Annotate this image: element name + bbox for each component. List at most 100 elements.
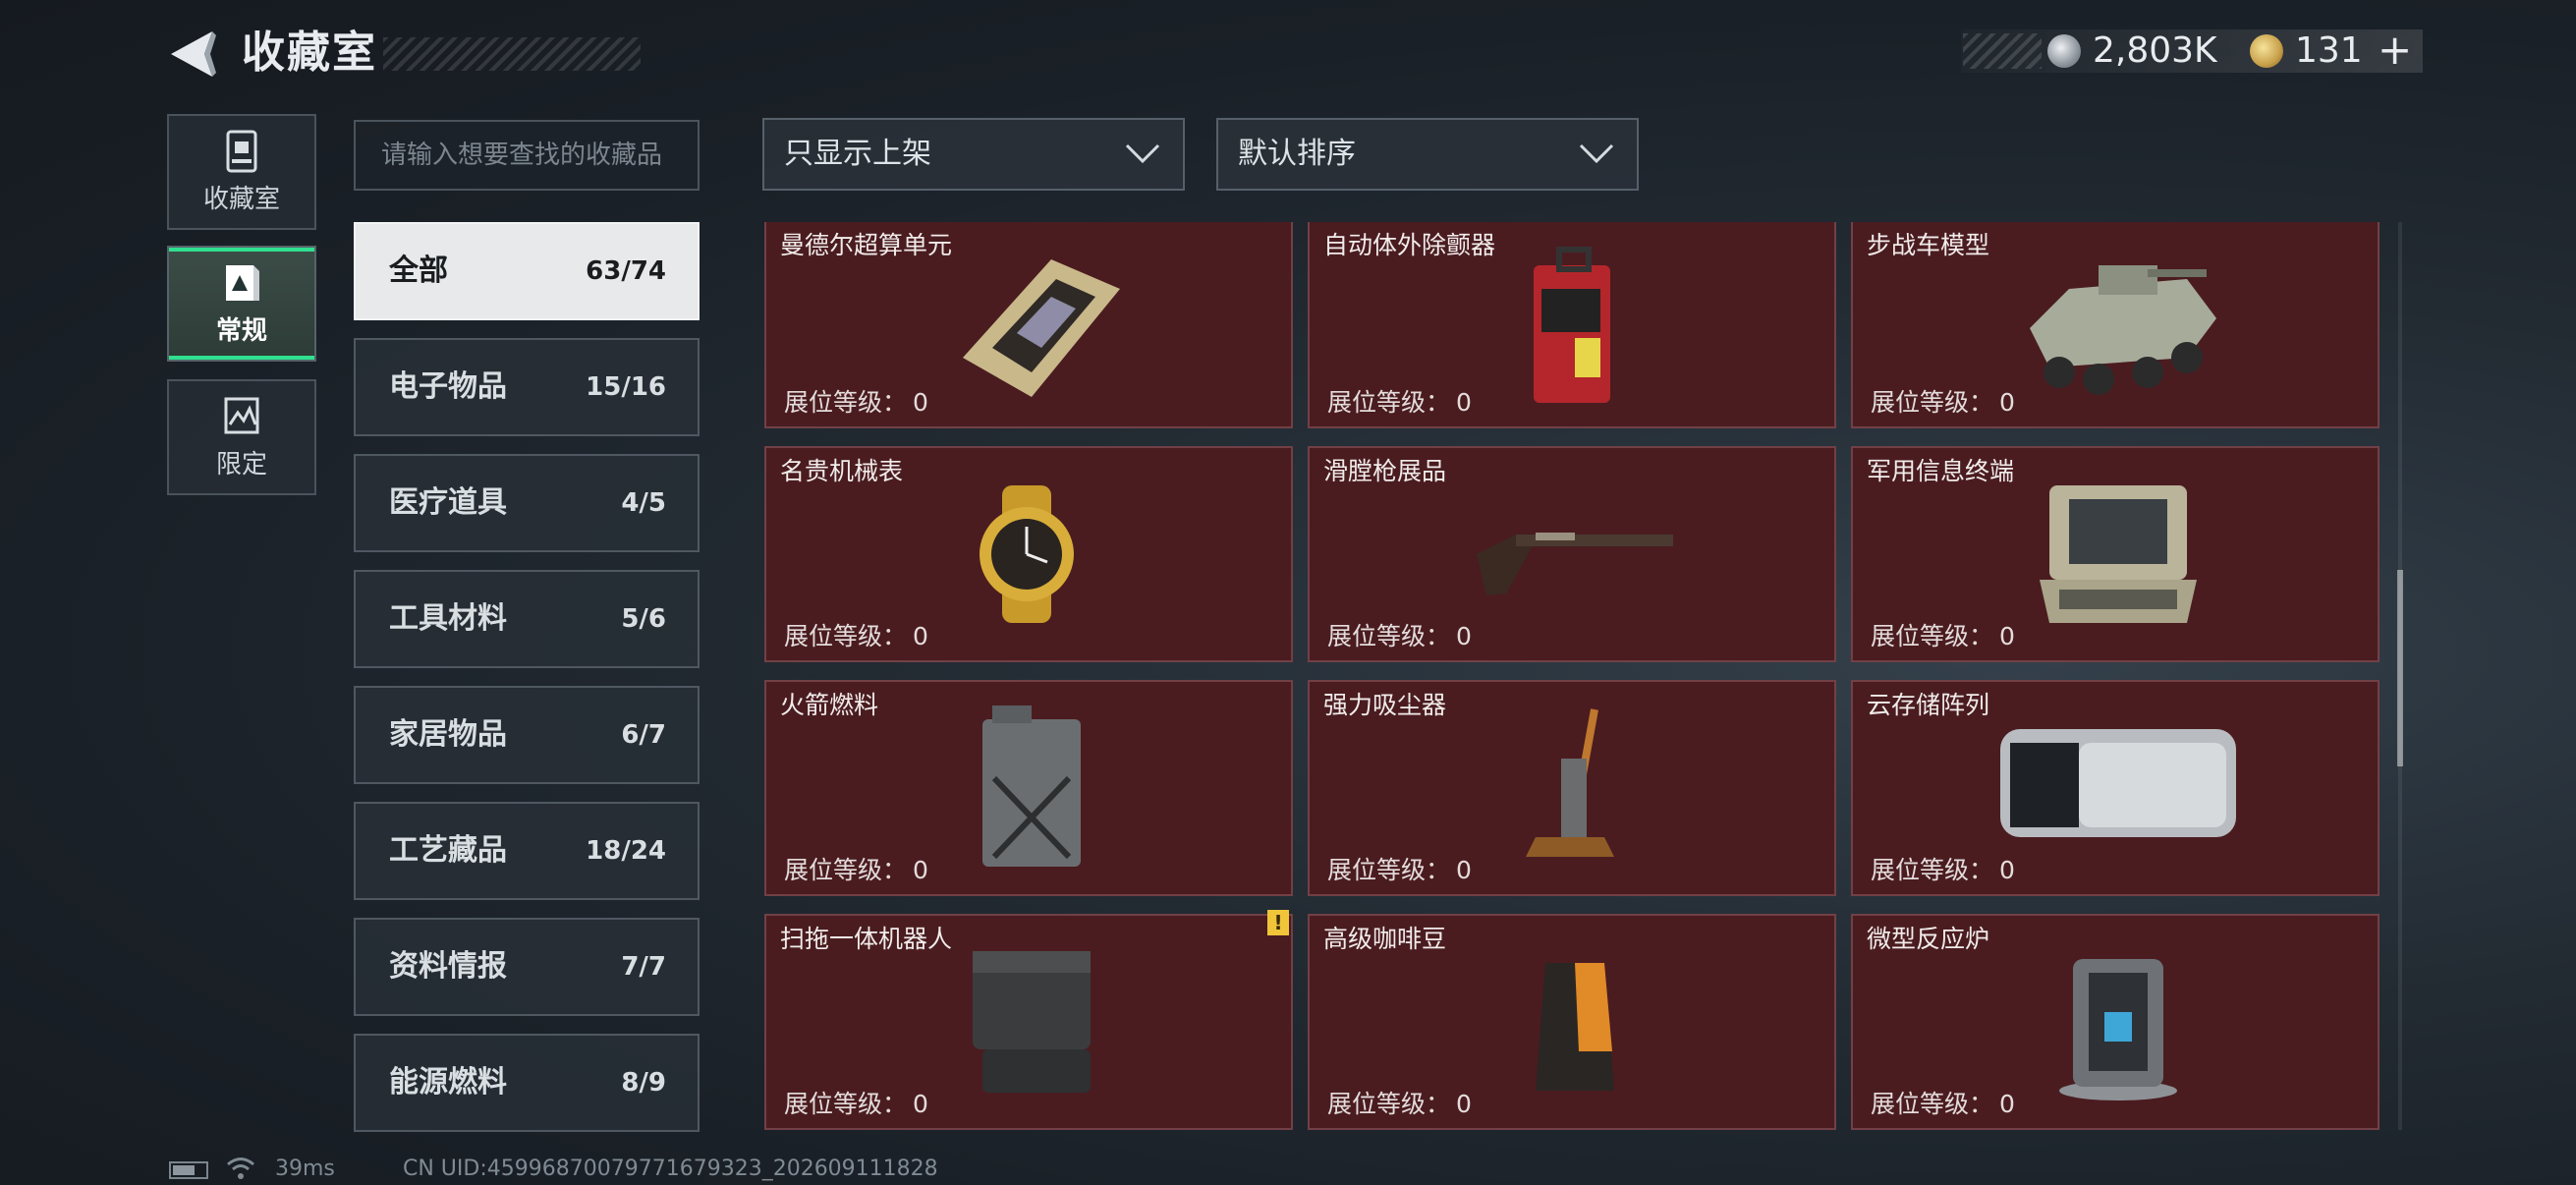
- category-count: 5/6: [621, 604, 666, 634]
- category-energy[interactable]: 能源燃料 8/9: [354, 1034, 700, 1132]
- chevron-down-icon: [1125, 143, 1160, 164]
- musket-icon: [1477, 533, 1673, 595]
- category-crafts[interactable]: 工艺藏品 18/24: [354, 802, 700, 900]
- item-card[interactable]: 火箭燃料 展位等级： 0: [764, 680, 1293, 896]
- category-name: 医疗道具: [389, 485, 507, 520]
- category-count: 15/16: [586, 372, 666, 402]
- item-card[interactable]: 强力吸尘器 展位等级： 0: [1308, 680, 1836, 896]
- sort-dropdown[interactable]: 默认排序: [1216, 118, 1639, 191]
- item-name: 扫拖一体机器人: [780, 925, 953, 953]
- category-count: 6/7: [621, 720, 666, 750]
- item-card[interactable]: 微型反应炉 展位等级： 0: [1851, 914, 2380, 1130]
- ifv-model-icon: [2030, 265, 2216, 395]
- category-count: 7/7: [621, 952, 666, 982]
- chevron-down-icon: [1579, 143, 1614, 164]
- nav-item-limited[interactable]: 限定: [167, 379, 316, 495]
- silver-currency-value: 2,803K: [2093, 30, 2217, 71]
- item-name: 自动体外除颤器: [1323, 231, 1496, 259]
- category-name: 工具材料: [389, 601, 507, 636]
- category-count: 4/5: [621, 488, 666, 518]
- item-name: 高级咖啡豆: [1323, 925, 1447, 953]
- silver-coin-icon: [2047, 34, 2081, 68]
- item-card[interactable]: 军用信息终端 展位等级： 0: [1851, 446, 2380, 662]
- item-level: 展位等级： 0: [1871, 1090, 2015, 1118]
- wifi-icon: [227, 1157, 254, 1179]
- category-count: 8/9: [621, 1068, 666, 1098]
- supercomputer-unit-icon: [963, 259, 1120, 397]
- collection-grid: 曼德尔超算单元 展位等级： 0 自动体外除颤器 展位等级： 0 步战车模型 展位等级…: [762, 222, 2383, 1130]
- filter-dropdown-label: 只显示上架: [784, 137, 931, 171]
- item-level: 展位等级： 0: [1327, 1090, 1472, 1118]
- uid-text: CN UID:459968700797716793​23_20260911182…: [403, 1157, 938, 1181]
- item-name: 步战车模型: [1867, 231, 1990, 259]
- category-intel[interactable]: 资料情报 7/7: [354, 918, 700, 1016]
- gold-coin-icon: [2250, 34, 2283, 68]
- add-currency-button[interactable]: +: [2378, 28, 2412, 73]
- item-name: 名贵机械表: [780, 457, 904, 485]
- item-level: 展位等级： 0: [1327, 388, 1472, 417]
- item-level: 展位等级： 0: [1871, 388, 2015, 417]
- currency-decoration: [1963, 33, 2042, 69]
- item-card[interactable]: 高级咖啡豆 展位等级： 0: [1308, 914, 1836, 1130]
- grid-scrollbar-thumb[interactable]: [2397, 570, 2403, 766]
- item-level: 展位等级： 0: [1871, 856, 2015, 884]
- nav-item-regular[interactable]: 常规: [167, 246, 316, 362]
- item-card[interactable]: 滑膛枪展品 展位等级： 0: [1308, 446, 1836, 662]
- item-card[interactable]: 自动体外除颤器 展位等级： 0: [1308, 222, 1836, 428]
- item-level: 展位等级： 0: [1327, 622, 1472, 650]
- category-name: 家居物品: [389, 717, 507, 752]
- item-name: 曼德尔超算单元: [780, 231, 953, 259]
- back-arrow-icon[interactable]: [165, 29, 218, 79]
- page-title: 收藏室: [242, 28, 377, 78]
- nav-label-regular: 常规: [215, 316, 267, 346]
- sort-dropdown-label: 默认排序: [1238, 137, 1356, 171]
- category-all[interactable]: 全部 63/74: [354, 222, 700, 320]
- search-input[interactable]: [354, 120, 700, 191]
- item-level: 展位等级： 0: [784, 856, 928, 884]
- item-card[interactable]: 步战车模型 展位等级： 0: [1851, 222, 2380, 428]
- item-name: 云存储阵列: [1867, 691, 1990, 719]
- category-medical[interactable]: 医疗道具 4/5: [354, 454, 700, 552]
- category-count: 18/24: [586, 836, 666, 866]
- fuel-canister-icon: [982, 705, 1081, 867]
- item-card[interactable]: 扫拖一体机器人 ! 展位等级： 0: [764, 910, 1293, 1130]
- item-name: 微型反应炉: [1867, 925, 1990, 953]
- album-icon: [226, 265, 259, 301]
- filter-dropdown[interactable]: 只显示上架: [762, 118, 1185, 191]
- category-name: 能源燃料: [389, 1065, 507, 1100]
- item-name: 火箭燃料: [780, 691, 879, 719]
- vault-icon: [226, 130, 257, 173]
- vacuum-icon: [1526, 708, 1614, 857]
- nav-active-indicator-top: [169, 248, 314, 252]
- item-name: 军用信息终端: [1867, 457, 2015, 485]
- category-name: 工艺藏品: [389, 833, 507, 868]
- coffee-bag-icon: [1536, 963, 1614, 1091]
- watch-icon: [980, 485, 1074, 623]
- nav-label-vault: 收藏室: [202, 185, 280, 214]
- ping-value: 39ms: [275, 1157, 335, 1181]
- item-level: 展位等级： 0: [784, 388, 928, 417]
- item-level: 展位等级： 0: [784, 1090, 928, 1118]
- item-card[interactable]: 名贵机械表 展位等级： 0: [764, 446, 1293, 662]
- storage-array-icon: [2000, 729, 2236, 837]
- category-name: 资料情报: [389, 949, 507, 984]
- defibrillator-icon: [1534, 247, 1610, 403]
- item-level: 展位等级： 0: [784, 622, 928, 650]
- reactor-icon: [2059, 959, 2177, 1100]
- category-tools[interactable]: 工具材料 5/6: [354, 570, 700, 668]
- item-level: 展位等级： 0: [1327, 856, 1472, 884]
- mop-robot-icon: [973, 951, 1091, 1093]
- gold-currency-value: 131: [2295, 30, 2363, 71]
- item-card[interactable]: 云存储阵列 展位等级： 0: [1851, 680, 2380, 896]
- item-level: 展位等级： 0: [1871, 622, 2015, 650]
- nav-active-indicator-bottom: [169, 356, 314, 360]
- category-electronics[interactable]: 电子物品 15/16: [354, 338, 700, 436]
- nav-item-vault[interactable]: 收藏室: [167, 114, 316, 230]
- nav-label-limited: 限定: [215, 450, 267, 480]
- category-name: 电子物品: [389, 369, 507, 404]
- limited-icon: [224, 397, 259, 434]
- category-household[interactable]: 家居物品 6/7: [354, 686, 700, 784]
- item-name: 强力吸尘器: [1323, 691, 1447, 719]
- item-card[interactable]: 曼德尔超算单元 展位等级： 0: [764, 222, 1293, 428]
- category-count: 63/74: [586, 256, 666, 286]
